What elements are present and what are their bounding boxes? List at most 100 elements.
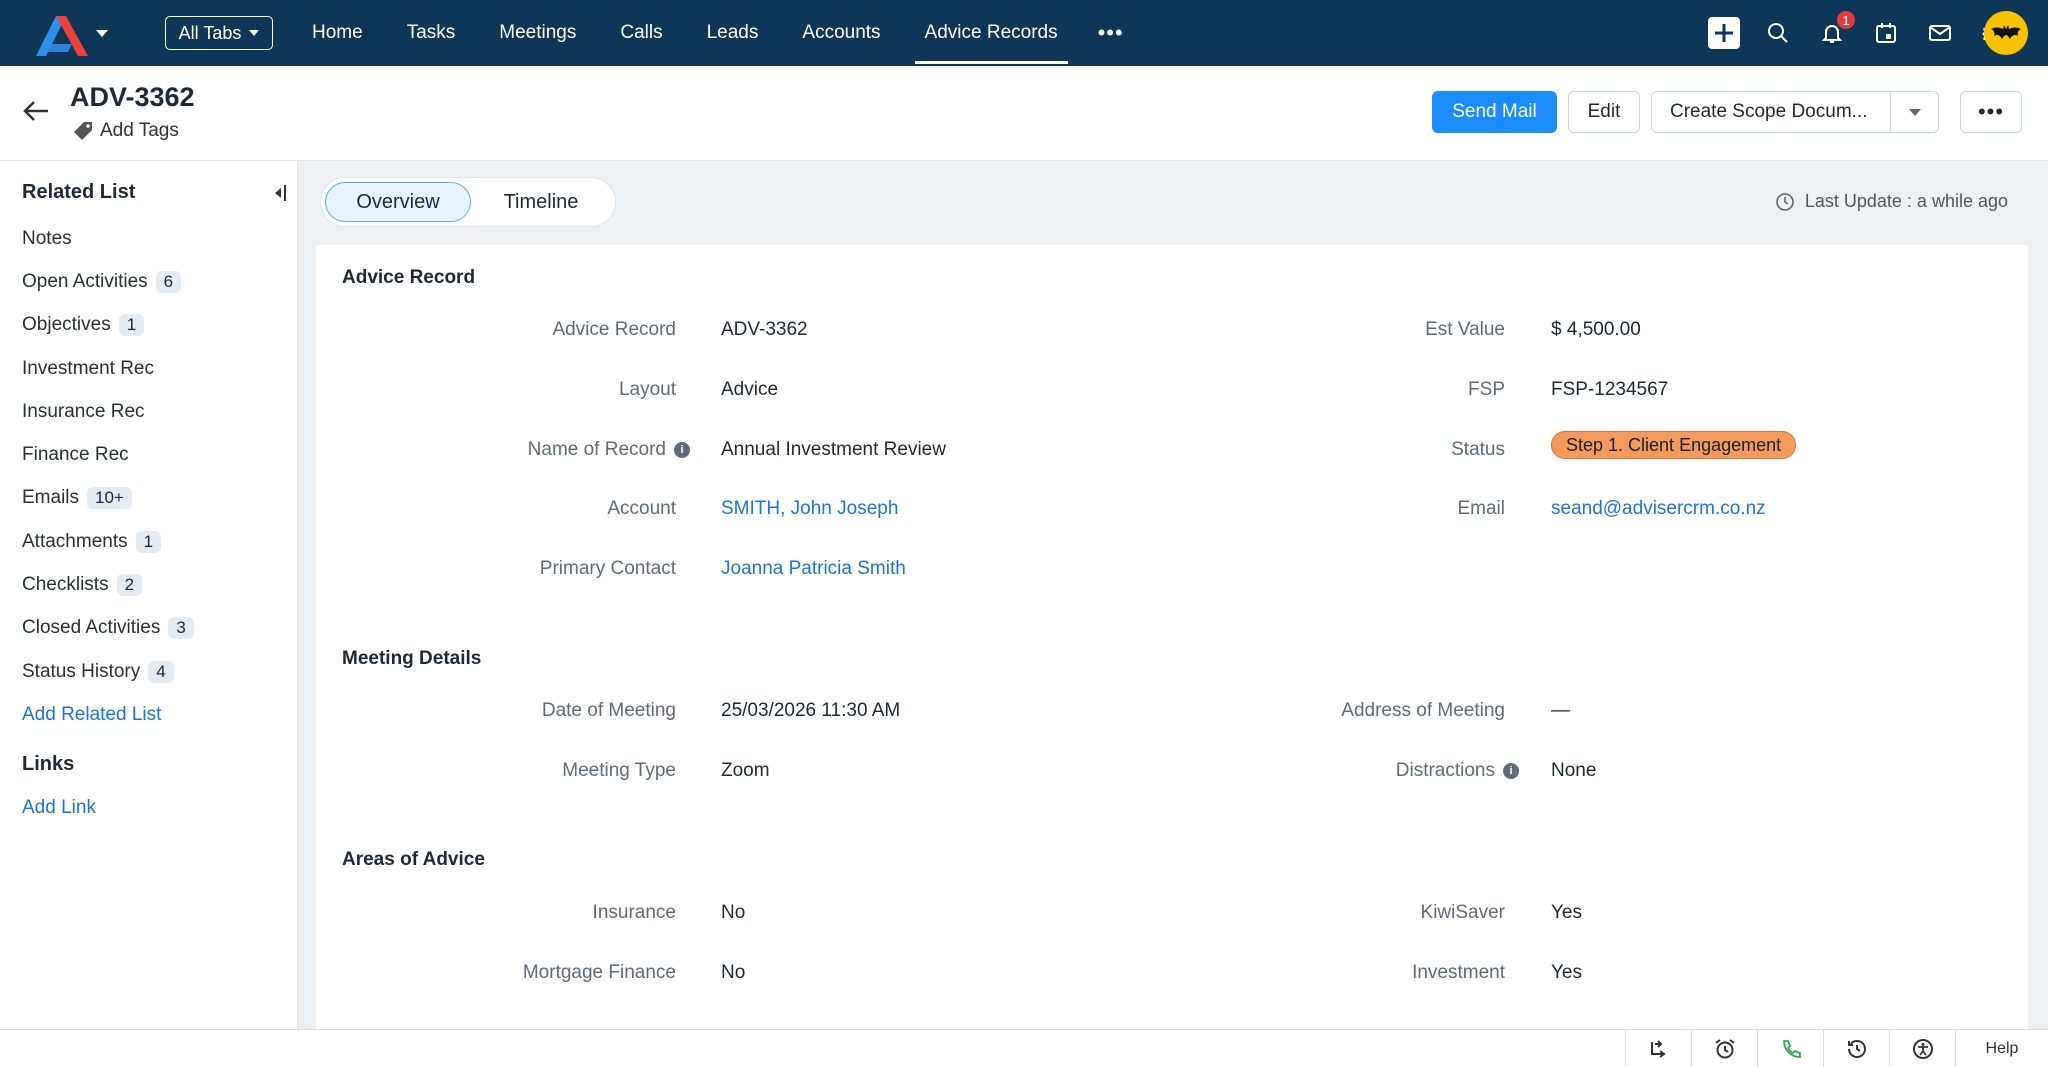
plus-icon [1715,24,1733,42]
sidebar-item-attachments[interactable]: Attachments 1 [22,520,194,563]
investment-value: Yes [1551,962,1582,983]
layout-label: Layout [618,379,676,400]
section-areas-of-advice-title: Areas of Advice [342,849,485,870]
name-of-record-label: Name of Record i [330,439,690,461]
mail-icon [1929,25,1951,41]
meeting-type-value: Zoom [721,760,770,781]
all-tabs-label: All Tabs [178,22,242,43]
email-link[interactable]: seand@advisercrm.co.nz [1551,498,1766,520]
more-actions-button[interactable]: ••• [1960,91,2022,133]
mortgage-finance-label: Mortgage Finance [522,962,676,983]
address-of-meeting-label: Address of Meeting [1341,700,1505,721]
notification-badge: 1 [1836,10,1856,30]
count-badge: 4 [148,660,174,683]
add-related-list-link[interactable]: Add Related List [22,693,194,736]
tag-icon [74,122,92,140]
advice-record-label: Advice Record [552,319,676,340]
phone-icon [1782,1040,1801,1058]
main-content: Overview Timeline Last Update : a while … [298,161,2048,1045]
status-value: Step 1. Client Engagement [1551,431,1797,459]
layout-value: Advice [721,379,779,400]
bottom-action-accessibility[interactable] [1889,1030,1955,1067]
name-of-record-value: Annual Investment Review [721,439,946,460]
add-link-link[interactable]: Add Link [22,797,96,819]
info-icon[interactable]: i [1503,763,1519,779]
nav-tab-calls[interactable]: Calls [598,0,684,66]
send-mail-button[interactable]: Send Mail [1432,91,1557,133]
chevron-down-icon [249,30,260,36]
status-badge: Step 1. Client Engagement [1551,431,1797,459]
related-list-heading: Related List [22,181,136,203]
back-arrow-icon[interactable] [22,99,50,123]
nav-tab-advice-records[interactable]: Advice Records [903,0,1080,66]
help-link[interactable]: Help [1986,1040,2019,1058]
date-of-meeting-value: 25/03/2026 11:30 AM [721,700,901,721]
investment-label: Investment [1412,962,1505,983]
sidebar-item-investment-rec[interactable]: Investment Rec [22,347,194,390]
edit-button[interactable]: Edit [1568,91,1640,133]
chevron-down-icon [1908,108,1921,116]
create-scope-document-button[interactable]: Create Scope Docum... [1651,91,1939,133]
view-tabs: Overview Timeline [320,177,616,227]
nav-tab-home[interactable]: Home [290,0,385,66]
bottom-action-transfer[interactable] [1625,1030,1691,1067]
nav-tab-tasks[interactable]: Tasks [385,0,478,66]
bottom-action-phone[interactable] [1757,1030,1823,1067]
sidebar-item-insurance-rec[interactable]: Insurance Rec [22,390,194,433]
section-meeting-details-title: Meeting Details [342,648,482,669]
app-switcher-caret-icon[interactable] [96,30,108,37]
top-navigation: All Tabs Home Tasks Meetings Calls Leads… [0,0,2048,66]
clock-icon [1776,192,1794,211]
bottom-action-history[interactable] [1823,1030,1889,1067]
app-logo-icon[interactable] [32,14,92,58]
est-value-label: Est Value [1425,319,1505,340]
nav-tab-meetings[interactable]: Meetings [477,0,598,66]
nav-tab-leads[interactable]: Leads [685,0,781,66]
count-badge: 10+ [87,487,132,510]
sidebar-item-status-history[interactable]: Status History 4 [22,650,194,693]
sidebar-item-open-activities[interactable]: Open Activities 6 [22,260,194,303]
tab-overview[interactable]: Overview [325,182,471,222]
kiwisaver-value: Yes [1551,902,1582,923]
notifications-button[interactable]: 1 [1816,10,1856,49]
sidebar-item-finance-rec[interactable]: Finance Rec [22,433,194,476]
sidebar-item-emails[interactable]: Emails 10+ [22,477,194,520]
add-tags-button[interactable]: Add Tags [72,120,179,142]
calendar-icon [1876,23,1896,43]
account-link[interactable]: SMITH, John Joseph [721,498,898,520]
tab-timeline[interactable]: Timeline [471,182,611,222]
history-icon [1847,1039,1866,1058]
sidebar-item-checklists[interactable]: Checklists 2 [22,563,194,606]
bottom-action-reminders[interactable] [1691,1030,1757,1067]
alarm-clock-icon [1714,1039,1735,1059]
date-of-meeting-label: Date of Meeting [541,700,676,721]
nav-more-button[interactable]: ••• [1080,0,1142,66]
create-scope-dropdown[interactable] [1890,92,1938,132]
search-button[interactable] [1762,17,1794,49]
bottom-toolbar: Help [0,1029,2048,1067]
info-icon[interactable]: i [674,442,690,458]
sidebar-item-closed-activities[interactable]: Closed Activities 3 [22,607,194,650]
last-update-text: Last Update : a while ago [1804,191,2008,211]
fsp-label: FSP [1468,379,1505,400]
collapse-sidebar-icon[interactable] [272,183,288,203]
count-badge: 1 [118,314,145,337]
mail-button[interactable] [1924,17,1956,49]
primary-contact-link[interactable]: Joanna Patricia Smith [721,558,906,580]
related-list-items: Notes Open Activities 6 Objectives 1 Inves… [22,217,194,737]
section-advice-record-title: Advice Record [342,267,476,288]
bat-logo-icon [1991,25,2021,39]
est-value-value: $ 4,500.00 [1551,319,1641,340]
bottom-help-area[interactable]: Help [1955,1030,2048,1067]
record-title: ADV-3362 [70,82,195,112]
nav-tab-accounts[interactable]: Accounts [780,0,902,66]
sidebar-item-objectives[interactable]: Objectives 1 [22,304,194,347]
account-label: Account [607,498,676,519]
all-tabs-button[interactable]: All Tabs [165,16,273,50]
advice-record-value: ADV-3362 [721,319,808,340]
calendar-button[interactable] [1870,17,1902,49]
create-new-button[interactable] [1708,17,1740,49]
user-avatar[interactable] [1984,11,2028,55]
sidebar-item-notes[interactable]: Notes [22,217,194,260]
create-scope-label: Create Scope Docum... [1670,101,1868,122]
